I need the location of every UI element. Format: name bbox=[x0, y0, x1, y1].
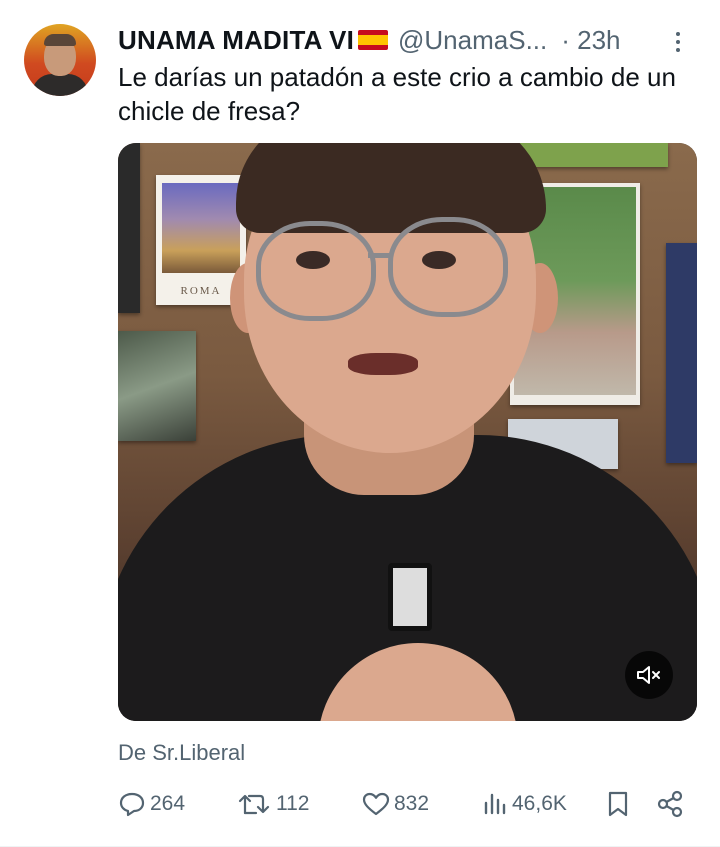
analytics-icon bbox=[484, 793, 506, 815]
video-player[interactable]: ROMA bbox=[118, 143, 697, 721]
tweet-text: Le darías un patadón a este crio a cambi… bbox=[118, 62, 676, 126]
user-handle[interactable]: @UnamaS... bbox=[398, 25, 547, 56]
video-source-attribution[interactable]: De Sr.Liberal bbox=[118, 740, 245, 766]
reply-button[interactable]: 264 bbox=[118, 786, 185, 822]
action-bar: 264 112 832 46,6K bbox=[118, 786, 698, 822]
tweet-header: UNAMA MADITA VI @UnamaS... · 23h bbox=[118, 22, 698, 58]
retweet-button[interactable]: 112 bbox=[238, 786, 309, 822]
reply-icon bbox=[119, 792, 145, 817]
mute-button[interactable] bbox=[625, 651, 673, 699]
tweet[interactable]: UNAMA MADITA VI @UnamaS... · 23h Le darí… bbox=[0, 0, 720, 847]
reply-count: 264 bbox=[150, 792, 186, 815]
speaker-muted-icon bbox=[637, 666, 660, 684]
share-icon bbox=[657, 790, 683, 818]
views-button[interactable]: 46,6K bbox=[482, 786, 567, 822]
like-count: 832 bbox=[394, 792, 430, 815]
more-options-icon[interactable] bbox=[666, 28, 690, 54]
retweet-icon bbox=[238, 794, 270, 815]
bookmark-button[interactable] bbox=[606, 786, 630, 822]
spain-flag-icon bbox=[358, 30, 389, 50]
bookmark-icon bbox=[608, 791, 628, 817]
avatar[interactable] bbox=[24, 24, 96, 96]
timestamp[interactable]: · 23h bbox=[561, 25, 620, 56]
heart-icon bbox=[362, 792, 390, 816]
views-count: 46,6K bbox=[512, 792, 567, 815]
retweet-count: 112 bbox=[276, 792, 310, 815]
like-button[interactable]: 832 bbox=[362, 786, 429, 822]
display-name[interactable]: UNAMA MADITA VI bbox=[118, 25, 354, 56]
share-button[interactable] bbox=[656, 786, 684, 822]
